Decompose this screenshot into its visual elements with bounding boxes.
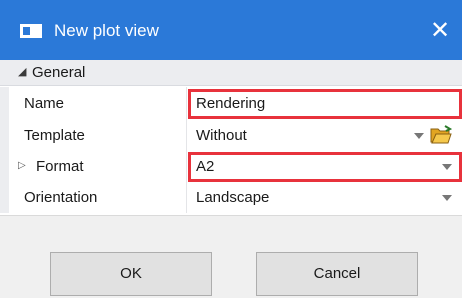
chevron-down-icon[interactable] (442, 164, 452, 170)
ok-button[interactable]: OK (50, 252, 212, 296)
template-value[interactable]: Without (196, 127, 247, 145)
cancel-button[interactable]: Cancel (256, 252, 418, 296)
property-label: Format (36, 158, 84, 175)
window-title: New plot view (54, 21, 159, 40)
chevron-down-icon[interactable] (442, 195, 452, 201)
title-bar: New plot view ✕ (0, 0, 462, 60)
section-header-general[interactable]: ◢ General (0, 60, 462, 86)
template-dropdown[interactable]: Without (188, 121, 462, 151)
section-label: General (32, 64, 86, 81)
collapse-arrow-icon[interactable]: ◢ (18, 65, 26, 79)
expand-arrow-icon[interactable]: ▷ (18, 160, 26, 172)
property-row-orientation: Orientation Landscape (0, 183, 462, 213)
property-row-format: ▷ Format A2 (0, 152, 462, 182)
format-value[interactable]: A2 (196, 158, 214, 176)
property-grid: Name Rendering Template Without ▷ Format… (0, 87, 462, 213)
orientation-value[interactable]: Landscape (196, 189, 269, 207)
folder-open-icon[interactable] (430, 125, 452, 145)
format-dropdown[interactable]: A2 (188, 152, 462, 182)
property-row-name: Name Rendering (0, 89, 462, 119)
name-value[interactable]: Rendering (196, 95, 265, 113)
chevron-down-icon[interactable] (414, 133, 424, 139)
orientation-dropdown[interactable]: Landscape (188, 183, 462, 213)
property-label: Name (24, 95, 65, 112)
close-button[interactable]: ✕ (426, 17, 454, 45)
property-row-template: Template Without (0, 121, 462, 151)
property-label: Template (24, 127, 85, 144)
property-label: Orientation (24, 189, 98, 206)
name-field[interactable]: Rendering (188, 89, 462, 119)
window-icon (20, 24, 42, 38)
